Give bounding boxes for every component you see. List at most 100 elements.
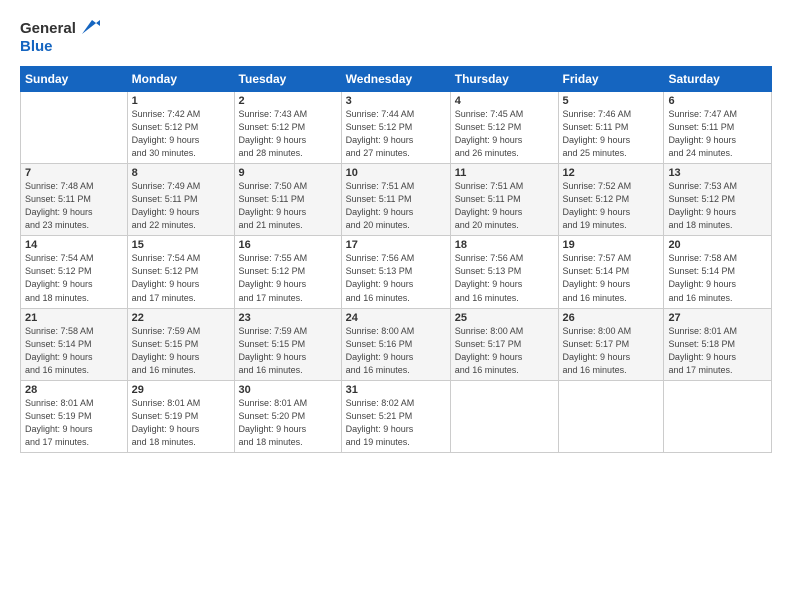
calendar-week-5: 28Sunrise: 8:01 AMSunset: 5:19 PMDayligh… (21, 380, 772, 452)
day-number: 29 (132, 384, 230, 396)
day-number: 3 (346, 95, 446, 107)
calendar-cell: 1Sunrise: 7:42 AMSunset: 5:12 PMDaylight… (127, 92, 234, 164)
header-row: SundayMondayTuesdayWednesdayThursdayFrid… (21, 67, 772, 92)
day-info: Sunrise: 7:58 AMSunset: 5:14 PMDaylight:… (25, 325, 123, 377)
day-info: Sunrise: 7:58 AMSunset: 5:14 PMDaylight:… (668, 252, 767, 304)
day-info: Sunrise: 7:54 AMSunset: 5:12 PMDaylight:… (25, 252, 123, 304)
day-number: 30 (239, 384, 337, 396)
logo-icon (78, 16, 100, 38)
weekday-header-sunday: Sunday (21, 67, 128, 92)
calendar-cell: 5Sunrise: 7:46 AMSunset: 5:11 PMDaylight… (558, 92, 664, 164)
day-info: Sunrise: 7:42 AMSunset: 5:12 PMDaylight:… (132, 108, 230, 160)
weekday-header-monday: Monday (127, 67, 234, 92)
day-info: Sunrise: 7:57 AMSunset: 5:14 PMDaylight:… (563, 252, 660, 304)
day-info: Sunrise: 7:59 AMSunset: 5:15 PMDaylight:… (239, 325, 337, 377)
day-number: 16 (239, 239, 337, 251)
calendar-cell: 14Sunrise: 7:54 AMSunset: 5:12 PMDayligh… (21, 236, 128, 308)
calendar-cell: 8Sunrise: 7:49 AMSunset: 5:11 PMDaylight… (127, 164, 234, 236)
logo: General Blue (20, 18, 100, 56)
calendar-table: SundayMondayTuesdayWednesdayThursdayFrid… (20, 66, 772, 453)
day-number: 28 (25, 384, 123, 396)
calendar-cell: 29Sunrise: 8:01 AMSunset: 5:19 PMDayligh… (127, 380, 234, 452)
calendar-cell: 3Sunrise: 7:44 AMSunset: 5:12 PMDaylight… (341, 92, 450, 164)
calendar-cell: 30Sunrise: 8:01 AMSunset: 5:20 PMDayligh… (234, 380, 341, 452)
day-info: Sunrise: 8:01 AMSunset: 5:19 PMDaylight:… (25, 397, 123, 449)
day-number: 25 (455, 312, 554, 324)
calendar-cell: 10Sunrise: 7:51 AMSunset: 5:11 PMDayligh… (341, 164, 450, 236)
calendar-cell: 7Sunrise: 7:48 AMSunset: 5:11 PMDaylight… (21, 164, 128, 236)
calendar-cell: 12Sunrise: 7:52 AMSunset: 5:12 PMDayligh… (558, 164, 664, 236)
day-number: 1 (132, 95, 230, 107)
day-info: Sunrise: 7:53 AMSunset: 5:12 PMDaylight:… (668, 180, 767, 232)
day-info: Sunrise: 8:01 AMSunset: 5:20 PMDaylight:… (239, 397, 337, 449)
day-info: Sunrise: 7:52 AMSunset: 5:12 PMDaylight:… (563, 180, 660, 232)
calendar-cell: 18Sunrise: 7:56 AMSunset: 5:13 PMDayligh… (450, 236, 558, 308)
day-number: 2 (239, 95, 337, 107)
day-number: 11 (455, 167, 554, 179)
day-info: Sunrise: 8:02 AMSunset: 5:21 PMDaylight:… (346, 397, 446, 449)
calendar-cell: 13Sunrise: 7:53 AMSunset: 5:12 PMDayligh… (664, 164, 772, 236)
calendar-cell: 20Sunrise: 7:58 AMSunset: 5:14 PMDayligh… (664, 236, 772, 308)
calendar-cell: 19Sunrise: 7:57 AMSunset: 5:14 PMDayligh… (558, 236, 664, 308)
day-info: Sunrise: 7:48 AMSunset: 5:11 PMDaylight:… (25, 180, 123, 232)
calendar-week-1: 1Sunrise: 7:42 AMSunset: 5:12 PMDaylight… (21, 92, 772, 164)
calendar-cell: 27Sunrise: 8:01 AMSunset: 5:18 PMDayligh… (664, 308, 772, 380)
day-info: Sunrise: 8:00 AMSunset: 5:16 PMDaylight:… (346, 325, 446, 377)
page: General Blue SundayMondayTuesdayWednesda… (0, 0, 792, 612)
day-number: 26 (563, 312, 660, 324)
calendar-cell: 17Sunrise: 7:56 AMSunset: 5:13 PMDayligh… (341, 236, 450, 308)
weekday-header-wednesday: Wednesday (341, 67, 450, 92)
day-info: Sunrise: 7:56 AMSunset: 5:13 PMDaylight:… (455, 252, 554, 304)
day-info: Sunrise: 7:51 AMSunset: 5:11 PMDaylight:… (346, 180, 446, 232)
day-number: 21 (25, 312, 123, 324)
day-number: 18 (455, 239, 554, 251)
day-number: 5 (563, 95, 660, 107)
day-info: Sunrise: 8:01 AMSunset: 5:19 PMDaylight:… (132, 397, 230, 449)
day-number: 12 (563, 167, 660, 179)
calendar-cell: 9Sunrise: 7:50 AMSunset: 5:11 PMDaylight… (234, 164, 341, 236)
calendar-cell: 16Sunrise: 7:55 AMSunset: 5:12 PMDayligh… (234, 236, 341, 308)
day-number: 13 (668, 167, 767, 179)
day-number: 8 (132, 167, 230, 179)
calendar-cell: 6Sunrise: 7:47 AMSunset: 5:11 PMDaylight… (664, 92, 772, 164)
day-number: 10 (346, 167, 446, 179)
day-number: 4 (455, 95, 554, 107)
day-info: Sunrise: 8:00 AMSunset: 5:17 PMDaylight:… (563, 325, 660, 377)
day-number: 7 (25, 167, 123, 179)
calendar-cell (450, 380, 558, 452)
day-info: Sunrise: 7:44 AMSunset: 5:12 PMDaylight:… (346, 108, 446, 160)
day-info: Sunrise: 7:43 AMSunset: 5:12 PMDaylight:… (239, 108, 337, 160)
calendar-cell: 11Sunrise: 7:51 AMSunset: 5:11 PMDayligh… (450, 164, 558, 236)
day-number: 31 (346, 384, 446, 396)
day-info: Sunrise: 7:51 AMSunset: 5:11 PMDaylight:… (455, 180, 554, 232)
day-number: 9 (239, 167, 337, 179)
day-number: 20 (668, 239, 767, 251)
logo-blue: Blue (20, 38, 53, 55)
header: General Blue (20, 18, 772, 56)
calendar-cell (664, 380, 772, 452)
day-info: Sunrise: 7:59 AMSunset: 5:15 PMDaylight:… (132, 325, 230, 377)
day-info: Sunrise: 8:01 AMSunset: 5:18 PMDaylight:… (668, 325, 767, 377)
calendar-cell: 23Sunrise: 7:59 AMSunset: 5:15 PMDayligh… (234, 308, 341, 380)
calendar-week-3: 14Sunrise: 7:54 AMSunset: 5:12 PMDayligh… (21, 236, 772, 308)
calendar-cell: 4Sunrise: 7:45 AMSunset: 5:12 PMDaylight… (450, 92, 558, 164)
weekday-header-tuesday: Tuesday (234, 67, 341, 92)
calendar-cell: 28Sunrise: 8:01 AMSunset: 5:19 PMDayligh… (21, 380, 128, 452)
day-number: 17 (346, 239, 446, 251)
calendar-cell: 25Sunrise: 8:00 AMSunset: 5:17 PMDayligh… (450, 308, 558, 380)
day-info: Sunrise: 7:47 AMSunset: 5:11 PMDaylight:… (668, 108, 767, 160)
calendar-cell: 21Sunrise: 7:58 AMSunset: 5:14 PMDayligh… (21, 308, 128, 380)
day-number: 27 (668, 312, 767, 324)
day-number: 22 (132, 312, 230, 324)
calendar-cell: 22Sunrise: 7:59 AMSunset: 5:15 PMDayligh… (127, 308, 234, 380)
day-number: 23 (239, 312, 337, 324)
weekday-header-saturday: Saturday (664, 67, 772, 92)
day-info: Sunrise: 8:00 AMSunset: 5:17 PMDaylight:… (455, 325, 554, 377)
day-number: 19 (563, 239, 660, 251)
calendar-cell: 2Sunrise: 7:43 AMSunset: 5:12 PMDaylight… (234, 92, 341, 164)
day-info: Sunrise: 7:55 AMSunset: 5:12 PMDaylight:… (239, 252, 337, 304)
weekday-header-friday: Friday (558, 67, 664, 92)
calendar-cell (21, 92, 128, 164)
calendar-cell: 26Sunrise: 8:00 AMSunset: 5:17 PMDayligh… (558, 308, 664, 380)
day-number: 15 (132, 239, 230, 251)
